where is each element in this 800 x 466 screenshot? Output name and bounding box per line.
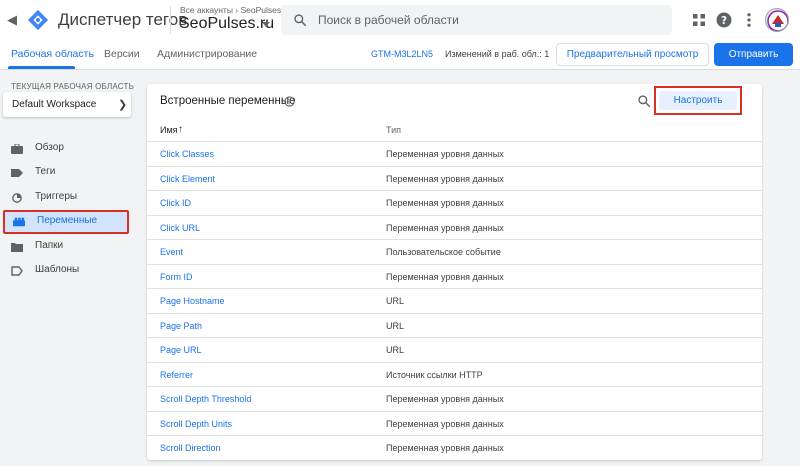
- table-row: Scroll Depth Units Переменная уровня данн…: [147, 410, 762, 436]
- svg-text:?: ?: [288, 97, 292, 106]
- more-options-icon[interactable]: [740, 11, 758, 29]
- sidebar-item-folders[interactable]: Папки: [0, 235, 135, 259]
- variable-type: Переменная уровня данных: [386, 271, 504, 282]
- search-icon: [294, 14, 307, 27]
- help-circle-icon[interactable]: ?: [284, 96, 295, 107]
- tab-workspace[interactable]: Рабочая область: [11, 48, 94, 60]
- sidebar-item-variables[interactable]: Переменные: [3, 210, 129, 234]
- tab-versions[interactable]: Версии: [104, 48, 140, 60]
- container-id[interactable]: GTM-M3L2LN5: [371, 49, 433, 59]
- template-icon: [11, 266, 23, 276]
- workspace-selector[interactable]: Default Workspace ❯: [3, 92, 131, 117]
- variable-type: URL: [386, 296, 405, 306]
- account-breadcrumb[interactable]: Все аккаунты › SeoPulses: [180, 5, 281, 15]
- variable-type: Источник ссылки HTTP: [386, 369, 483, 380]
- app-title: Диспетчер тегов: [58, 10, 188, 29]
- workspace-nav: Рабочая область Версии Администрирование…: [0, 40, 800, 70]
- preview-button[interactable]: Предварительный просмотр: [556, 43, 709, 66]
- variable-type: Пользовательское событие: [386, 247, 501, 257]
- variable-type: URL: [386, 345, 405, 355]
- search-icon[interactable]: [637, 94, 651, 108]
- sidebar-item-label: Триггеры: [35, 191, 78, 202]
- column-header-type[interactable]: Тип: [386, 125, 401, 135]
- variable-name-link[interactable]: Page Path: [160, 321, 202, 331]
- table-row: Form ID Переменная уровня данных: [147, 263, 762, 289]
- column-header-name[interactable]: Имя: [160, 125, 178, 135]
- configure-highlight: Настроить: [654, 86, 742, 115]
- top-bar: ◀ Диспетчер тегов Все аккаунты › SeoPuls…: [0, 0, 800, 40]
- table-row: Referrer Источник ссылки HTTP: [147, 361, 762, 387]
- table-row: Page Hostname URL: [147, 288, 762, 313]
- variable-name-link[interactable]: Click Classes: [160, 149, 214, 159]
- workspace-search[interactable]: Поиск в рабочей области: [281, 5, 672, 35]
- active-tab-indicator: [8, 66, 75, 69]
- table-row: Click Element Переменная уровня данных: [147, 165, 762, 191]
- workspace-name: Default Workspace: [12, 99, 97, 110]
- chevron-down-icon[interactable]: [262, 22, 270, 27]
- help-icon[interactable]: ?: [715, 11, 733, 29]
- svg-text:?: ?: [721, 15, 727, 27]
- tab-admin[interactable]: Администрирование: [157, 48, 257, 60]
- sidebar-item-templates[interactable]: Шаблоны: [0, 259, 135, 283]
- sidebar-item-triggers[interactable]: Триггеры: [0, 186, 135, 210]
- container-selector[interactable]: SeoPulses.ru: [179, 15, 274, 33]
- variable-name-link[interactable]: Referrer: [160, 370, 193, 380]
- variable-type: Переменная уровня данных: [386, 198, 504, 208]
- variable-name-link[interactable]: Event: [160, 247, 183, 257]
- sidebar-item-tags[interactable]: Теги: [0, 161, 135, 185]
- table-row: Page Path URL: [147, 312, 762, 338]
- search-placeholder: Поиск в рабочей области: [318, 13, 459, 27]
- variable-type: Переменная уровня данных: [386, 418, 504, 429]
- table-row: Click Classes Переменная уровня данных: [147, 141, 762, 166]
- sidebar-item-label: Обзор: [35, 142, 64, 153]
- variables-table: Click Classes Переменная уровня данных Cl…: [147, 141, 762, 460]
- variable-name-link[interactable]: Page Hostname: [160, 296, 225, 306]
- folder-icon: [11, 243, 23, 252]
- variable-type: Переменная уровня данных: [386, 443, 504, 453]
- briefcase-icon: [11, 144, 23, 154]
- variable-name-link[interactable]: Scroll Depth Threshold: [160, 394, 251, 404]
- built-in-variables-card: Встроенные переменные ? Настроить Имя ↑ …: [147, 84, 762, 460]
- variable-type: Переменная уровня данных: [386, 222, 504, 233]
- sidebar-item-label: Шаблоны: [35, 264, 80, 275]
- variables-icon: [13, 217, 25, 227]
- workspace-section-label: ТЕКУЩАЯ РАБОЧАЯ ОБЛАСТЬ: [11, 82, 135, 91]
- tag-icon: [11, 169, 23, 177]
- back-arrow-icon[interactable]: ◀: [4, 12, 20, 28]
- table-row: Click URL Переменная уровня данных: [147, 214, 762, 240]
- variable-type: Переменная уровня данных: [386, 394, 504, 404]
- table-row: Event Пользовательское событие: [147, 239, 762, 264]
- chevron-right-icon: ❯: [118, 99, 128, 111]
- table-row: Scroll Direction Переменная уровня данных: [147, 435, 762, 460]
- trigger-icon: [12, 193, 22, 203]
- submit-button[interactable]: Отправить: [714, 43, 793, 66]
- variable-name-link[interactable]: Click ID: [160, 198, 191, 208]
- sort-ascending-icon[interactable]: ↑: [178, 124, 183, 135]
- sidebar-item-label: Переменные: [37, 215, 98, 226]
- variable-name-link[interactable]: Click URL: [160, 223, 200, 233]
- variable-type: Переменная уровня данных: [386, 173, 504, 184]
- account-avatar[interactable]: [765, 8, 789, 32]
- avatar-emblem-icon: [767, 10, 788, 31]
- workspace-changes-count: Изменений в раб. обл.: 1: [445, 49, 550, 59]
- table-row: Scroll Depth Threshold Переменная уровня …: [147, 386, 762, 411]
- variable-name-link[interactable]: Click Element: [160, 174, 215, 184]
- variable-name-link[interactable]: Page URL: [160, 345, 202, 355]
- configure-button[interactable]: Настроить: [659, 91, 737, 110]
- sidebar-item-label: Теги: [35, 166, 56, 177]
- variable-type: Переменная уровня данных: [386, 149, 504, 159]
- header-divider: [170, 6, 171, 34]
- variable-name-link[interactable]: Scroll Depth Units: [160, 419, 232, 429]
- table-row: Click ID Переменная уровня данных: [147, 190, 762, 215]
- table-row: Page URL URL: [147, 337, 762, 362]
- sidebar-item-label: Папки: [35, 240, 64, 251]
- apps-grid-icon[interactable]: [690, 11, 708, 29]
- variable-type: URL: [386, 320, 405, 331]
- tag-manager-logo: [27, 9, 49, 31]
- card-title: Встроенные переменные: [160, 95, 296, 107]
- variable-name-link[interactable]: Scroll Direction: [160, 443, 221, 453]
- sidebar-item-overview[interactable]: Обзор: [0, 137, 135, 161]
- variable-name-link[interactable]: Form ID: [160, 272, 193, 282]
